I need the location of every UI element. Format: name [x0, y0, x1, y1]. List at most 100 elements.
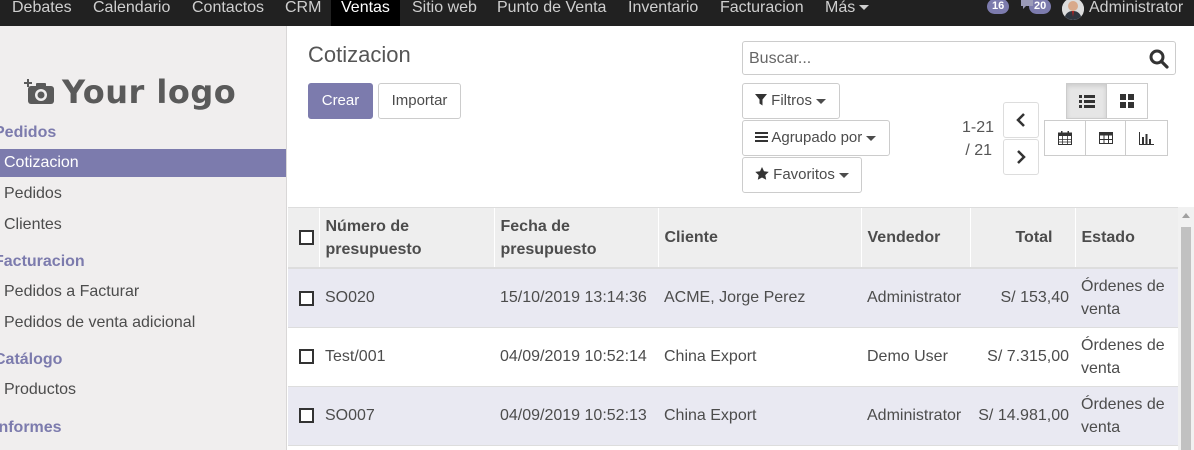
chevron-left-icon — [1016, 113, 1025, 127]
search-box — [742, 41, 1176, 75]
table-header-row: Número de presupuesto Fecha de presupues… — [288, 208, 1178, 269]
page-title: Cotizacion — [308, 42, 411, 67]
groupby-dropdown[interactable]: Agrupado por — [742, 120, 890, 156]
filter-icon — [755, 94, 767, 106]
cell-fecha: 04/09/2019 10:52:13 — [494, 386, 658, 446]
scroll-up-icon[interactable] — [1182, 213, 1190, 218]
cell-fecha: 15/10/2019 13:14:36 — [494, 268, 658, 328]
company-logo[interactable]: Your logo — [24, 56, 246, 128]
chevron-down-icon — [866, 135, 877, 141]
chat-bubble-icon[interactable] — [1020, 0, 1034, 15]
cell-vendedor: Administrator — [861, 268, 970, 328]
user-menu[interactable]: Administrator — [1089, 0, 1183, 26]
select-all-cell — [288, 208, 320, 269]
messages-badge[interactable]: 16 — [987, 0, 1010, 14]
sidebar-section-pedidos: Pedidos — [0, 124, 57, 141]
menu-debates[interactable]: Debates — [12, 0, 72, 26]
row-checkbox[interactable] — [299, 408, 314, 424]
pager-range[interactable]: 1-21 — [946, 119, 994, 137]
table-scrollbar[interactable] — [1178, 207, 1194, 450]
cell-total: S/ 153,40 — [970, 268, 1075, 328]
filters-label: Filtros — [771, 92, 813, 109]
graph-view-button[interactable] — [1125, 120, 1168, 156]
camera-icon — [24, 79, 54, 104]
quotations-table: Número de presupuesto Fecha de presupues… — [288, 207, 1178, 450]
sidebar-item-pedidos-a-facturar[interactable]: Pedidos a Facturar — [0, 278, 286, 306]
search-icon[interactable] — [1149, 49, 1169, 74]
sidebar-item-productos[interactable]: Productos — [0, 376, 286, 404]
row-select-cell — [288, 386, 319, 446]
pager-next-button[interactable] — [1003, 139, 1039, 175]
cell-estado: Órdenes de venta — [1075, 327, 1178, 387]
sidebar-item-cotizacion[interactable]: Cotizacion — [0, 149, 286, 177]
sidebar-section-facturacion: Facturacion — [0, 253, 85, 270]
row-checkbox[interactable] — [299, 349, 314, 365]
avatar[interactable] — [1062, 0, 1084, 20]
cell-cliente: ACME, Jorge Perez — [658, 268, 861, 328]
favorites-label: Favoritos — [773, 166, 835, 183]
pivot-view-button[interactable] — [1085, 120, 1126, 156]
scrollbar-thumb[interactable] — [1181, 227, 1191, 450]
header-cliente[interactable]: Cliente — [658, 208, 862, 269]
search-input[interactable] — [749, 46, 1139, 72]
grid-icon — [1120, 94, 1134, 108]
cell-vendedor: Demo User — [861, 327, 970, 387]
cell-vendedor: Administrator — [861, 386, 970, 446]
bar-chart-icon — [1139, 131, 1154, 145]
header-total[interactable]: Total — [970, 208, 1076, 269]
header-estado[interactable]: Estado — [1075, 208, 1178, 269]
menu-crm[interactable]: CRM — [285, 0, 321, 26]
bars-icon — [755, 132, 768, 142]
star-icon — [755, 167, 769, 180]
header-fecha-presupuesto[interactable]: Fecha de presupuesto — [494, 208, 659, 269]
cell-total: S/ 14.981,00 — [970, 386, 1075, 446]
menu-ventas[interactable]: Ventas — [331, 0, 400, 26]
cell-estado: Órdenes de venta — [1075, 386, 1178, 446]
table-row[interactable]: Test/001 04/09/2019 10:52:14 China Expor… — [288, 327, 1178, 387]
chevron-down-icon — [859, 5, 870, 11]
import-button[interactable]: Importar — [378, 83, 461, 119]
cell-estado: Órdenes de venta — [1075, 268, 1178, 328]
menu-mas-label: Más — [825, 0, 856, 16]
menu-contactos[interactable]: Contactos — [192, 0, 264, 26]
table-icon — [1098, 132, 1113, 144]
filters-dropdown[interactable]: Filtros — [742, 83, 840, 119]
cell-numero: SO020 — [319, 268, 494, 328]
cell-cliente: China Export — [658, 327, 861, 387]
header-vendedor[interactable]: Vendedor — [861, 208, 971, 269]
cell-fecha: 04/09/2019 10:52:14 — [494, 327, 658, 387]
menu-facturacion[interactable]: Facturacion — [720, 0, 804, 26]
cell-numero: Test/001 — [319, 327, 494, 387]
menu-inventario[interactable]: Inventario — [628, 0, 698, 26]
favorites-dropdown[interactable]: Favoritos — [742, 157, 862, 193]
header-numero-presupuesto[interactable]: Número de presupuesto — [319, 208, 495, 269]
sidebar-section-catalogo: Catálogo — [0, 351, 63, 368]
logo-text: Your logo — [62, 73, 237, 111]
sidebar-section-informes: Informes — [0, 419, 62, 436]
sidebar-item-pedidos[interactable]: Pedidos — [0, 180, 286, 208]
menu-punto-de-venta[interactable]: Punto de Venta — [497, 0, 606, 26]
table-row[interactable]: SO007 04/09/2019 10:52:13 China Export A… — [288, 386, 1178, 446]
row-checkbox[interactable] — [299, 290, 314, 306]
cell-total: S/ 7.315,00 — [970, 327, 1075, 387]
menu-calendario[interactable]: Calendario — [93, 0, 170, 26]
kanban-view-button[interactable] — [1106, 83, 1148, 119]
menu-sitio-web[interactable]: Sitio web — [412, 0, 477, 26]
sidebar-item-clientes[interactable]: Clientes — [0, 211, 286, 239]
row-select-cell — [288, 268, 319, 328]
cell-cliente: China Export — [658, 386, 861, 446]
row-select-cell — [288, 327, 319, 387]
menu-mas[interactable]: Más — [825, 0, 870, 26]
select-all-checkbox[interactable] — [298, 230, 314, 246]
chevron-down-icon — [838, 172, 849, 178]
cell-numero: SO007 — [319, 386, 494, 446]
pager-total: / 21 — [965, 142, 992, 159]
create-button[interactable]: Crear — [308, 83, 373, 119]
chevron-right-icon — [1017, 150, 1026, 164]
pager-previous-button[interactable] — [1003, 102, 1039, 138]
calendar-view-button[interactable] — [1044, 120, 1086, 156]
top-navbar: Debates Calendario Contactos CRM Ventas … — [0, 0, 1194, 26]
list-view-button[interactable] — [1066, 83, 1107, 119]
sidebar-item-pedidos-venta-adicional[interactable]: Pedidos de venta adicional — [0, 309, 286, 337]
table-row[interactable]: SO020 15/10/2019 13:14:36 ACME, Jorge Pe… — [288, 268, 1178, 328]
